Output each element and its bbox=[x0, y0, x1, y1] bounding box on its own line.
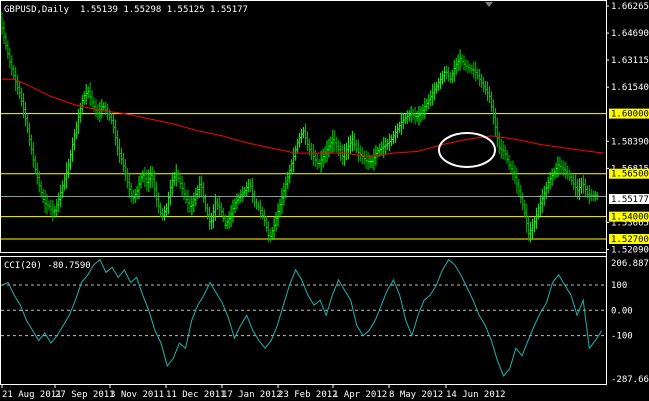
date-label: 8 May 2012 bbox=[389, 390, 443, 400]
cci-tick-label: -100 bbox=[611, 332, 633, 342]
date-label: 21 Aug 2011 bbox=[2, 390, 62, 400]
cci-tick-label: -287.667 bbox=[611, 375, 649, 385]
symbol-label: GBPUSD,Daily bbox=[4, 5, 70, 15]
price-tick-label: 1.52090 bbox=[611, 245, 649, 255]
chart-shift-marker-icon[interactable] bbox=[485, 2, 493, 7]
level-label: 1.54000 bbox=[611, 213, 649, 223]
date-label: 17 Jan 2012 bbox=[222, 390, 282, 400]
current-price-label: 1.55177 bbox=[611, 195, 649, 205]
cci-tick-label: 0.00 bbox=[611, 306, 633, 316]
date-label: 14 Jun 2012 bbox=[446, 390, 506, 400]
indicator-panel-frame bbox=[0, 256, 607, 385]
date-label: 23 Feb 2012 bbox=[278, 390, 338, 400]
price-bars bbox=[0, 12, 599, 243]
level-label: 1.56500 bbox=[611, 170, 649, 180]
chart-window[interactable]: GBPUSD,Daily 1.55139 1.55298 1.55125 1.5… bbox=[0, 0, 649, 401]
price-tick-label: 1.63115 bbox=[611, 56, 649, 66]
date-label: 1 Apr 2012 bbox=[333, 390, 387, 400]
cci-reference-lines bbox=[1, 284, 606, 337]
date-label: 11 Dec 2011 bbox=[166, 390, 226, 400]
price-tick-label: 1.61540 bbox=[611, 83, 649, 93]
cci-axis-labels: 206.8876 100 0.00 -100 -287.667 bbox=[611, 259, 649, 385]
main-panel-frame bbox=[0, 0, 607, 253]
annotation-circle[interactable] bbox=[438, 132, 496, 168]
ohlc-readout: 1.55139 1.55298 1.55125 1.55177 bbox=[80, 5, 248, 15]
cci-tick-label: 206.8876 bbox=[611, 259, 649, 269]
price-tick-label: 1.64690 bbox=[611, 29, 649, 39]
price-tick-label: 1.66265 bbox=[611, 2, 649, 12]
date-label: 3 Nov 2011 bbox=[110, 390, 164, 400]
date-label: 27 Sep 2011 bbox=[55, 390, 115, 400]
price-tick-label: 1.58390 bbox=[611, 137, 649, 147]
cci-line bbox=[1, 258, 603, 377]
cci-title: CCI(20) -80.7590 bbox=[4, 261, 91, 271]
level-label: 1.52700 bbox=[611, 235, 649, 245]
price-chart-canvas[interactable]: GBPUSD,Daily 1.55139 1.55298 1.55125 1.5… bbox=[0, 0, 649, 401]
cci-tick-label: 100 bbox=[611, 281, 627, 291]
date-axis-labels: 21 Aug 201127 Sep 20113 Nov 2011 11 Dec 2… bbox=[1, 384, 506, 400]
level-label: 1.60000 bbox=[611, 110, 649, 120]
